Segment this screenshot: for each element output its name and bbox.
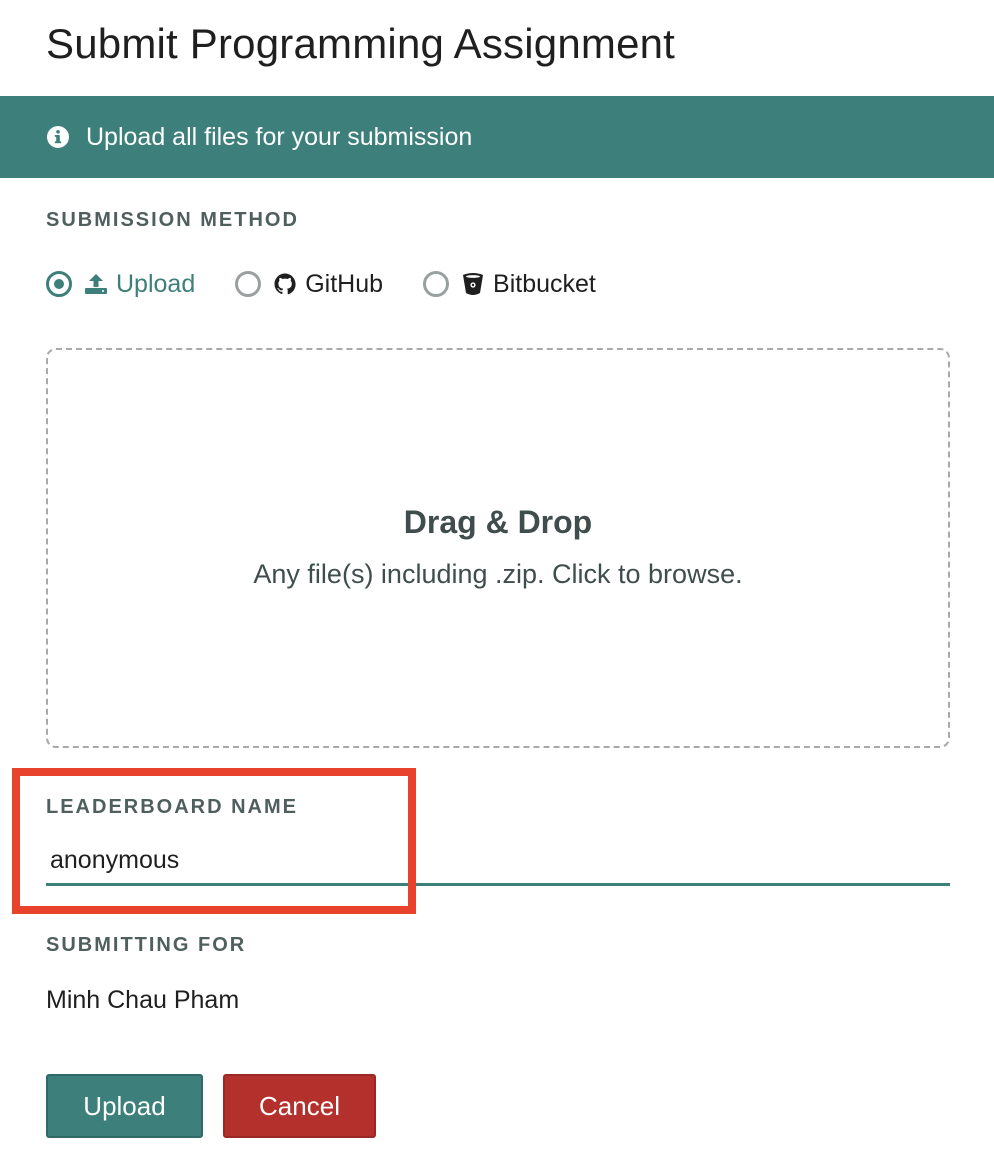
dropzone-title: Drag & Drop xyxy=(403,504,593,540)
upload-icon xyxy=(84,272,108,296)
submission-method-label: SUBMISSION METHOD xyxy=(46,209,299,231)
info-icon xyxy=(46,125,70,149)
banner-text: Upload all files for your submission xyxy=(86,122,473,151)
bitbucket-icon xyxy=(461,272,485,296)
dropzone-subtitle: Any file(s) including .zip. Click to bro… xyxy=(253,559,743,589)
info-banner: Upload all files for your submission xyxy=(0,96,994,178)
page-title: Submit Programming Assignment xyxy=(46,20,676,67)
radio-label-github[interactable]: GitHub xyxy=(305,270,383,299)
radio-label-bitbucket[interactable]: Bitbucket xyxy=(493,270,596,299)
radio-option-bitbucket[interactable]: Bitbucket xyxy=(423,270,596,299)
submit-assignment-dialog: Submit Programming Assignment Upload all… xyxy=(0,0,994,1160)
radio-label-upload[interactable]: Upload xyxy=(116,270,195,299)
radio-option-upload[interactable]: Upload xyxy=(46,270,195,299)
submitting-for-name: Minh Chau Pham xyxy=(46,986,240,1014)
github-icon xyxy=(273,272,297,296)
radio-option-github[interactable]: GitHub xyxy=(235,270,383,299)
submitting-for-label: SUBMITTING FOR xyxy=(46,934,247,956)
submission-method-options: Upload GitHub Bitbucket xyxy=(46,266,636,302)
file-dropzone[interactable]: Drag & Drop Any file(s) including .zip. … xyxy=(46,348,950,748)
leaderboard-name-input[interactable] xyxy=(46,838,950,886)
radio-button-github[interactable] xyxy=(235,271,262,297)
cancel-button[interactable]: Cancel xyxy=(223,1074,376,1138)
upload-button[interactable]: Upload xyxy=(46,1074,203,1138)
radio-button-upload[interactable] xyxy=(46,271,72,297)
leaderboard-name-label: LEADERBOARD NAME xyxy=(46,796,298,818)
radio-button-bitbucket[interactable] xyxy=(423,271,450,297)
